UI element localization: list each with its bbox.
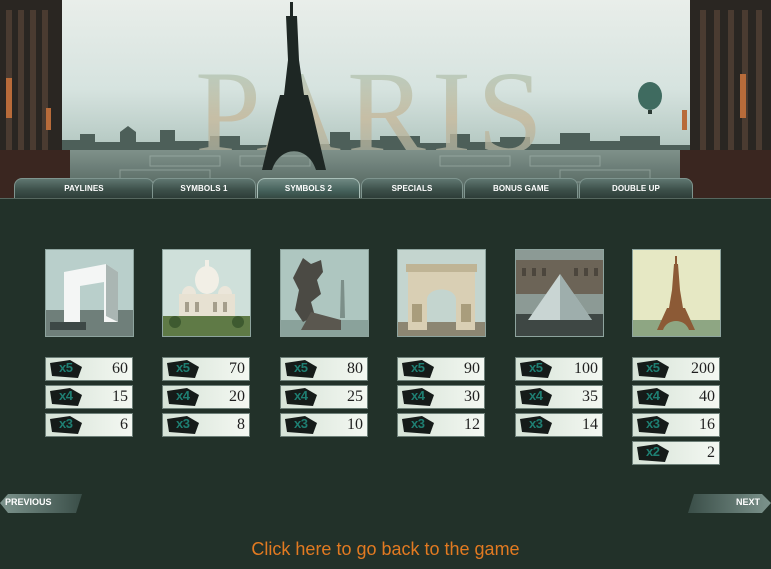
payout-row: x3 16	[632, 413, 720, 437]
payout-row: x3 12	[397, 413, 485, 437]
payout-value: 10	[347, 416, 363, 433]
payout-row: x4 20	[162, 385, 250, 409]
multiplier-badge: x3	[48, 415, 84, 435]
payout-value: 200	[691, 360, 715, 377]
payout-row: x4 40	[632, 385, 720, 409]
payout-row: x5 80	[280, 357, 368, 381]
arc-de-triomphe-icon	[397, 249, 486, 337]
multiplier-badge: x3	[400, 415, 436, 435]
payout-value: 100	[574, 360, 598, 377]
gargoyle-icon	[280, 249, 369, 337]
payout-row: x5 200	[632, 357, 720, 381]
payout-row: x3 10	[280, 413, 368, 437]
multiplier-badge: x4	[48, 387, 84, 407]
payout-row: x5 70	[162, 357, 250, 381]
tab-bonus-game[interactable]: BONUS GAME	[464, 178, 578, 199]
multiplier-badge: x3	[518, 415, 554, 435]
payout-value: 6	[120, 416, 128, 433]
payout-row: x4 25	[280, 385, 368, 409]
left-palace-building	[0, 0, 70, 198]
payout-row: x2 2	[632, 441, 720, 465]
payout-value: 12	[464, 416, 480, 433]
tab-paylines[interactable]: PAYLINES	[14, 178, 154, 199]
payout-row: x5 60	[45, 357, 133, 381]
payout-value: 16	[699, 416, 715, 433]
multiplier-badge: x2	[635, 443, 671, 463]
payout-value: 90	[464, 360, 480, 377]
hot-air-balloon-icon	[638, 82, 662, 114]
previous-label: PREVIOUS	[5, 497, 52, 507]
tab-symbols-1[interactable]: SYMBOLS 1	[152, 178, 256, 199]
multiplier-badge: x3	[165, 415, 201, 435]
payout-row: x3 14	[515, 413, 603, 437]
multiplier-badge: x5	[400, 359, 436, 379]
help-tab-bar: PAYLINES SYMBOLS 1 SYMBOLS 2 SPECIALS BO…	[14, 178, 764, 200]
payout-value: 2	[707, 444, 715, 461]
payout-value: 15	[112, 388, 128, 405]
multiplier-badge: x4	[635, 387, 671, 407]
multiplier-badge: x3	[283, 415, 319, 435]
multiplier-badge: x4	[283, 387, 319, 407]
tab-symbols-2[interactable]: SYMBOLS 2	[257, 178, 360, 199]
paytable-panel: x5 60 x4 15 x3 6 x5 70 x4 20 x3 8 x5 80 …	[0, 198, 771, 569]
payout-value: 60	[112, 360, 128, 377]
payout-row: x4 30	[397, 385, 485, 409]
eiffel-tower-icon	[632, 249, 721, 337]
payout-value: 40	[699, 388, 715, 405]
payout-value: 35	[582, 388, 598, 405]
paris-skyline-illustration: PARIS	[0, 0, 771, 198]
payout-row: x3 8	[162, 413, 250, 437]
louvre-pyramid-icon	[515, 249, 604, 337]
payout-value: 80	[347, 360, 363, 377]
paris-banner: PARIS	[0, 0, 771, 198]
payout-value: 20	[229, 388, 245, 405]
multiplier-badge: x5	[518, 359, 554, 379]
previous-button[interactable]: PREVIOUS	[0, 494, 82, 513]
payout-row: x5 100	[515, 357, 603, 381]
sacre-coeur-icon	[162, 249, 251, 337]
multiplier-badge: x4	[165, 387, 201, 407]
tab-specials[interactable]: SPECIALS	[361, 178, 463, 199]
right-palace-building	[680, 0, 771, 198]
payout-row: x4 15	[45, 385, 133, 409]
tab-double-up[interactable]: DOUBLE UP	[579, 178, 693, 199]
payout-row: x4 35	[515, 385, 603, 409]
grande-arche-icon	[45, 249, 134, 337]
payout-value: 30	[464, 388, 480, 405]
multiplier-badge: x4	[518, 387, 554, 407]
payout-value: 8	[237, 416, 245, 433]
multiplier-badge: x4	[400, 387, 436, 407]
next-label: NEXT	[736, 497, 761, 507]
multiplier-badge: x5	[635, 359, 671, 379]
multiplier-badge: x5	[48, 359, 84, 379]
payout-row: x5 90	[397, 357, 485, 381]
payout-value: 14	[582, 416, 598, 433]
multiplier-badge: x5	[283, 359, 319, 379]
payout-row: x3 6	[45, 413, 133, 437]
payout-value: 25	[347, 388, 363, 405]
back-to-game-link[interactable]: Click here to go back to the game	[0, 539, 771, 560]
payout-value: 70	[229, 360, 245, 377]
multiplier-badge: x5	[165, 359, 201, 379]
multiplier-badge: x3	[635, 415, 671, 435]
next-button[interactable]: NEXT	[688, 494, 771, 513]
